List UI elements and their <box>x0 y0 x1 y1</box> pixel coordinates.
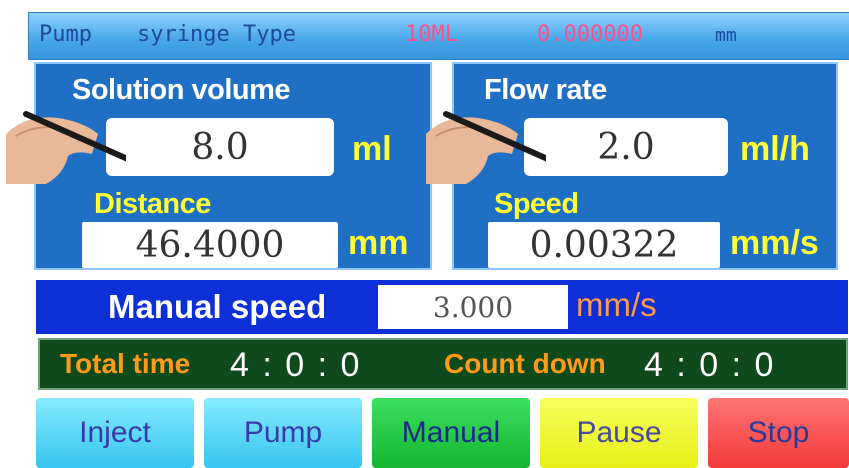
distance-field[interactable]: 46.4000 <box>82 222 338 268</box>
flow-rate-field[interactable]: 2.0 <box>524 118 728 176</box>
syringe-type-label: syringe Type <box>137 22 296 47</box>
manual-speed-unit: mm/s <box>576 286 657 323</box>
position-readout: 0.000000 <box>537 22 643 47</box>
hand-stylus-icon <box>6 111 126 184</box>
manual-button[interactable]: Manual <box>372 398 530 468</box>
manual-speed-field[interactable]: 3.000 <box>378 285 568 329</box>
syringe-size[interactable]: 10ML <box>405 22 458 47</box>
countdown-label: Count down <box>444 348 606 379</box>
pause-button[interactable]: Pause <box>540 398 698 468</box>
position-unit: mm <box>715 25 737 46</box>
time-bar: Total time 4 : 0 : 0 Count down 4 : 0 : … <box>38 338 848 390</box>
speed-unit: mm/s <box>730 224 819 262</box>
inject-button[interactable]: Inject <box>36 398 194 468</box>
solution-volume-field[interactable]: 8.0 <box>106 118 334 176</box>
stop-button[interactable]: Stop <box>708 398 849 468</box>
volume-unit: ml <box>352 130 392 168</box>
manual-speed-label: Manual speed <box>108 288 327 325</box>
speed-field[interactable]: 0.00322 <box>488 222 720 268</box>
header-bar: Pump syringe Type 10ML 0.000000 mm <box>28 12 849 60</box>
total-time-label: Total time <box>60 348 191 379</box>
flow-rate-label: Flow rate <box>484 74 607 106</box>
countdown-value: 4 : 0 : 0 <box>644 346 776 384</box>
distance-unit: mm <box>348 224 409 262</box>
pump-button[interactable]: Pump <box>204 398 362 468</box>
total-time-value: 4 : 0 : 0 <box>230 346 362 384</box>
manual-speed-bar: Manual speed 3.000 mm/s <box>36 280 848 334</box>
solution-volume-label: Solution volume <box>72 74 291 106</box>
flow-unit: ml/h <box>740 130 810 168</box>
pump-label: Pump <box>39 22 92 47</box>
hand-stylus-icon <box>426 111 546 184</box>
